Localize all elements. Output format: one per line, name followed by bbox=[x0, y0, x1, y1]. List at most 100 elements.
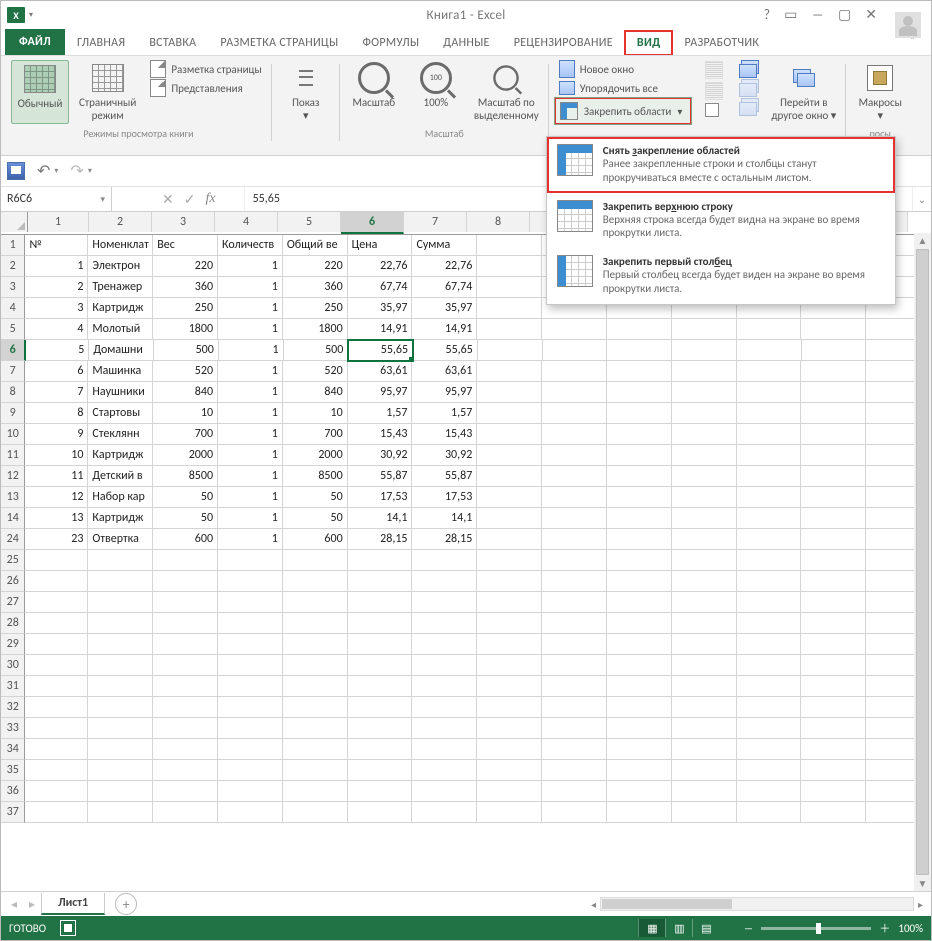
cell[interactable] bbox=[672, 781, 737, 802]
cell[interactable]: 95,97 bbox=[348, 382, 413, 403]
cell[interactable] bbox=[477, 508, 542, 529]
cell[interactable] bbox=[607, 676, 672, 697]
cell[interactable]: 1 bbox=[218, 487, 283, 508]
zoom-selection-button[interactable]: Масштаб по выделенному bbox=[470, 60, 543, 124]
cell[interactable] bbox=[283, 571, 348, 592]
scroll-thumb[interactable] bbox=[916, 249, 929, 875]
tab-view[interactable]: ВИД bbox=[625, 31, 673, 55]
cell[interactable] bbox=[218, 739, 283, 760]
cell[interactable] bbox=[88, 571, 153, 592]
cell[interactable] bbox=[25, 571, 88, 592]
cell[interactable]: 1 bbox=[218, 466, 283, 487]
cell[interactable]: 360 bbox=[283, 277, 348, 298]
help-button[interactable]: ? bbox=[764, 8, 771, 22]
cell[interactable]: 8500 bbox=[283, 466, 348, 487]
cell[interactable] bbox=[801, 403, 866, 424]
row-header[interactable]: 10 bbox=[1, 424, 25, 445]
cell[interactable] bbox=[801, 487, 866, 508]
cell[interactable] bbox=[607, 403, 672, 424]
cell[interactable] bbox=[672, 739, 737, 760]
user-avatar[interactable] bbox=[895, 12, 921, 38]
cell[interactable] bbox=[477, 592, 542, 613]
cell[interactable]: Стартовы bbox=[88, 403, 153, 424]
cell[interactable]: 2000 bbox=[153, 445, 218, 466]
cell[interactable] bbox=[412, 781, 477, 802]
row-header[interactable]: 13 bbox=[1, 487, 25, 508]
cell[interactable] bbox=[672, 382, 737, 403]
cell[interactable]: 17,53 bbox=[412, 487, 477, 508]
cell[interactable]: 700 bbox=[153, 424, 218, 445]
cell[interactable] bbox=[542, 571, 607, 592]
cell[interactable] bbox=[607, 382, 672, 403]
cell[interactable]: Домашни bbox=[89, 340, 154, 361]
cell[interactable] bbox=[283, 697, 348, 718]
cell[interactable]: 50 bbox=[153, 487, 218, 508]
tab-nav-next[interactable]: ▸ bbox=[23, 897, 41, 912]
cell[interactable] bbox=[801, 760, 866, 781]
cell[interactable] bbox=[801, 802, 866, 823]
formula-expand-button[interactable]: ⌄ bbox=[912, 187, 931, 211]
cell[interactable] bbox=[88, 550, 153, 571]
cell[interactable] bbox=[477, 277, 542, 298]
cell[interactable]: 1 bbox=[218, 361, 283, 382]
cell[interactable] bbox=[25, 718, 88, 739]
row-header[interactable]: 27 bbox=[1, 592, 25, 613]
cell[interactable] bbox=[672, 550, 737, 571]
cell[interactable] bbox=[88, 613, 153, 634]
cell[interactable] bbox=[348, 739, 413, 760]
side-by-side-button[interactable] bbox=[737, 60, 761, 78]
show-button[interactable]: Показ▾ bbox=[278, 60, 334, 124]
cell[interactable]: 14,91 bbox=[412, 319, 477, 340]
cell[interactable]: 1 bbox=[218, 382, 283, 403]
qat-customize-caret[interactable]: ▾ bbox=[29, 10, 33, 20]
redo-button[interactable]: ↷ bbox=[70, 161, 83, 181]
row-header[interactable]: 6 bbox=[1, 340, 26, 361]
cell[interactable] bbox=[412, 613, 477, 634]
cell[interactable] bbox=[25, 634, 88, 655]
cell[interactable]: 63,61 bbox=[348, 361, 413, 382]
cell[interactable]: 220 bbox=[153, 256, 218, 277]
cell[interactable] bbox=[737, 529, 802, 550]
cell[interactable]: 2 bbox=[25, 277, 88, 298]
redo-caret[interactable]: ▾ bbox=[88, 166, 92, 176]
cell[interactable]: 55,87 bbox=[412, 466, 477, 487]
cell[interactable] bbox=[153, 697, 218, 718]
cell[interactable] bbox=[737, 781, 802, 802]
scroll-up-arrow[interactable]: ▲ bbox=[914, 233, 931, 248]
cell[interactable] bbox=[672, 403, 737, 424]
cell[interactable] bbox=[737, 571, 802, 592]
cell[interactable] bbox=[348, 676, 413, 697]
cell[interactable] bbox=[283, 802, 348, 823]
cell[interactable]: Машинка bbox=[88, 361, 153, 382]
cell[interactable] bbox=[737, 424, 802, 445]
cell[interactable] bbox=[801, 550, 866, 571]
cell[interactable] bbox=[88, 760, 153, 781]
new-window-button[interactable]: Новое окно bbox=[555, 60, 692, 78]
cell[interactable]: 8 bbox=[25, 403, 88, 424]
row-header[interactable]: 25 bbox=[1, 550, 25, 571]
cell[interactable] bbox=[477, 319, 542, 340]
row-header[interactable]: 3 bbox=[1, 277, 25, 298]
cell[interactable] bbox=[477, 802, 542, 823]
maximize-button[interactable]: ▢ bbox=[838, 8, 851, 22]
cell[interactable] bbox=[672, 445, 737, 466]
cell[interactable] bbox=[542, 760, 607, 781]
cell[interactable] bbox=[348, 550, 413, 571]
cell[interactable] bbox=[607, 592, 672, 613]
row-header[interactable]: 37 bbox=[1, 802, 25, 823]
tab-formulas[interactable]: ФОРМУЛЫ bbox=[350, 31, 431, 55]
cell[interactable] bbox=[801, 592, 866, 613]
cell[interactable] bbox=[672, 718, 737, 739]
cell[interactable]: 14,1 bbox=[348, 508, 413, 529]
row-header[interactable]: 24 bbox=[1, 529, 25, 550]
tab-data[interactable]: ДАННЫЕ bbox=[431, 31, 501, 55]
cell[interactable] bbox=[25, 781, 88, 802]
cell[interactable] bbox=[801, 361, 866, 382]
tab-home[interactable]: ГЛАВНАЯ bbox=[65, 31, 137, 55]
vertical-scrollbar[interactable]: ▲ ▼ bbox=[914, 233, 931, 891]
cell[interactable] bbox=[607, 802, 672, 823]
cell[interactable] bbox=[542, 739, 607, 760]
row-header[interactable]: 9 bbox=[1, 403, 25, 424]
view-normal-button[interactable]: Обычный bbox=[11, 60, 69, 124]
cell[interactable]: Номенклат bbox=[88, 235, 153, 256]
